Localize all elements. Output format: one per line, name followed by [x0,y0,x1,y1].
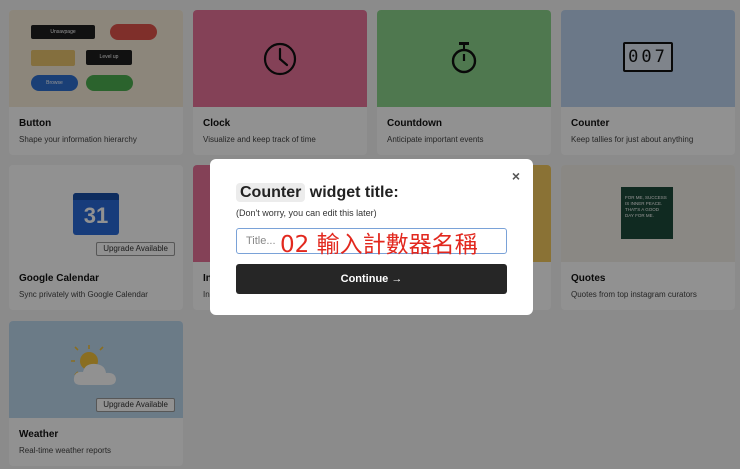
annotation-text: 02 輸入計數器名稱 [280,232,478,258]
close-icon[interactable]: × [509,169,523,183]
continue-button[interactable]: Continue → [236,264,507,294]
widget-name-chip: Counter [236,183,306,202]
dialog-subtitle: (Don't worry, you can edit this later) [236,208,377,218]
dialog-heading: Counter widget title: [236,183,399,202]
widget-title-dialog: × Counter widget title: (Don't worry, yo… [210,159,533,315]
heading-text: widget title: [309,184,399,201]
